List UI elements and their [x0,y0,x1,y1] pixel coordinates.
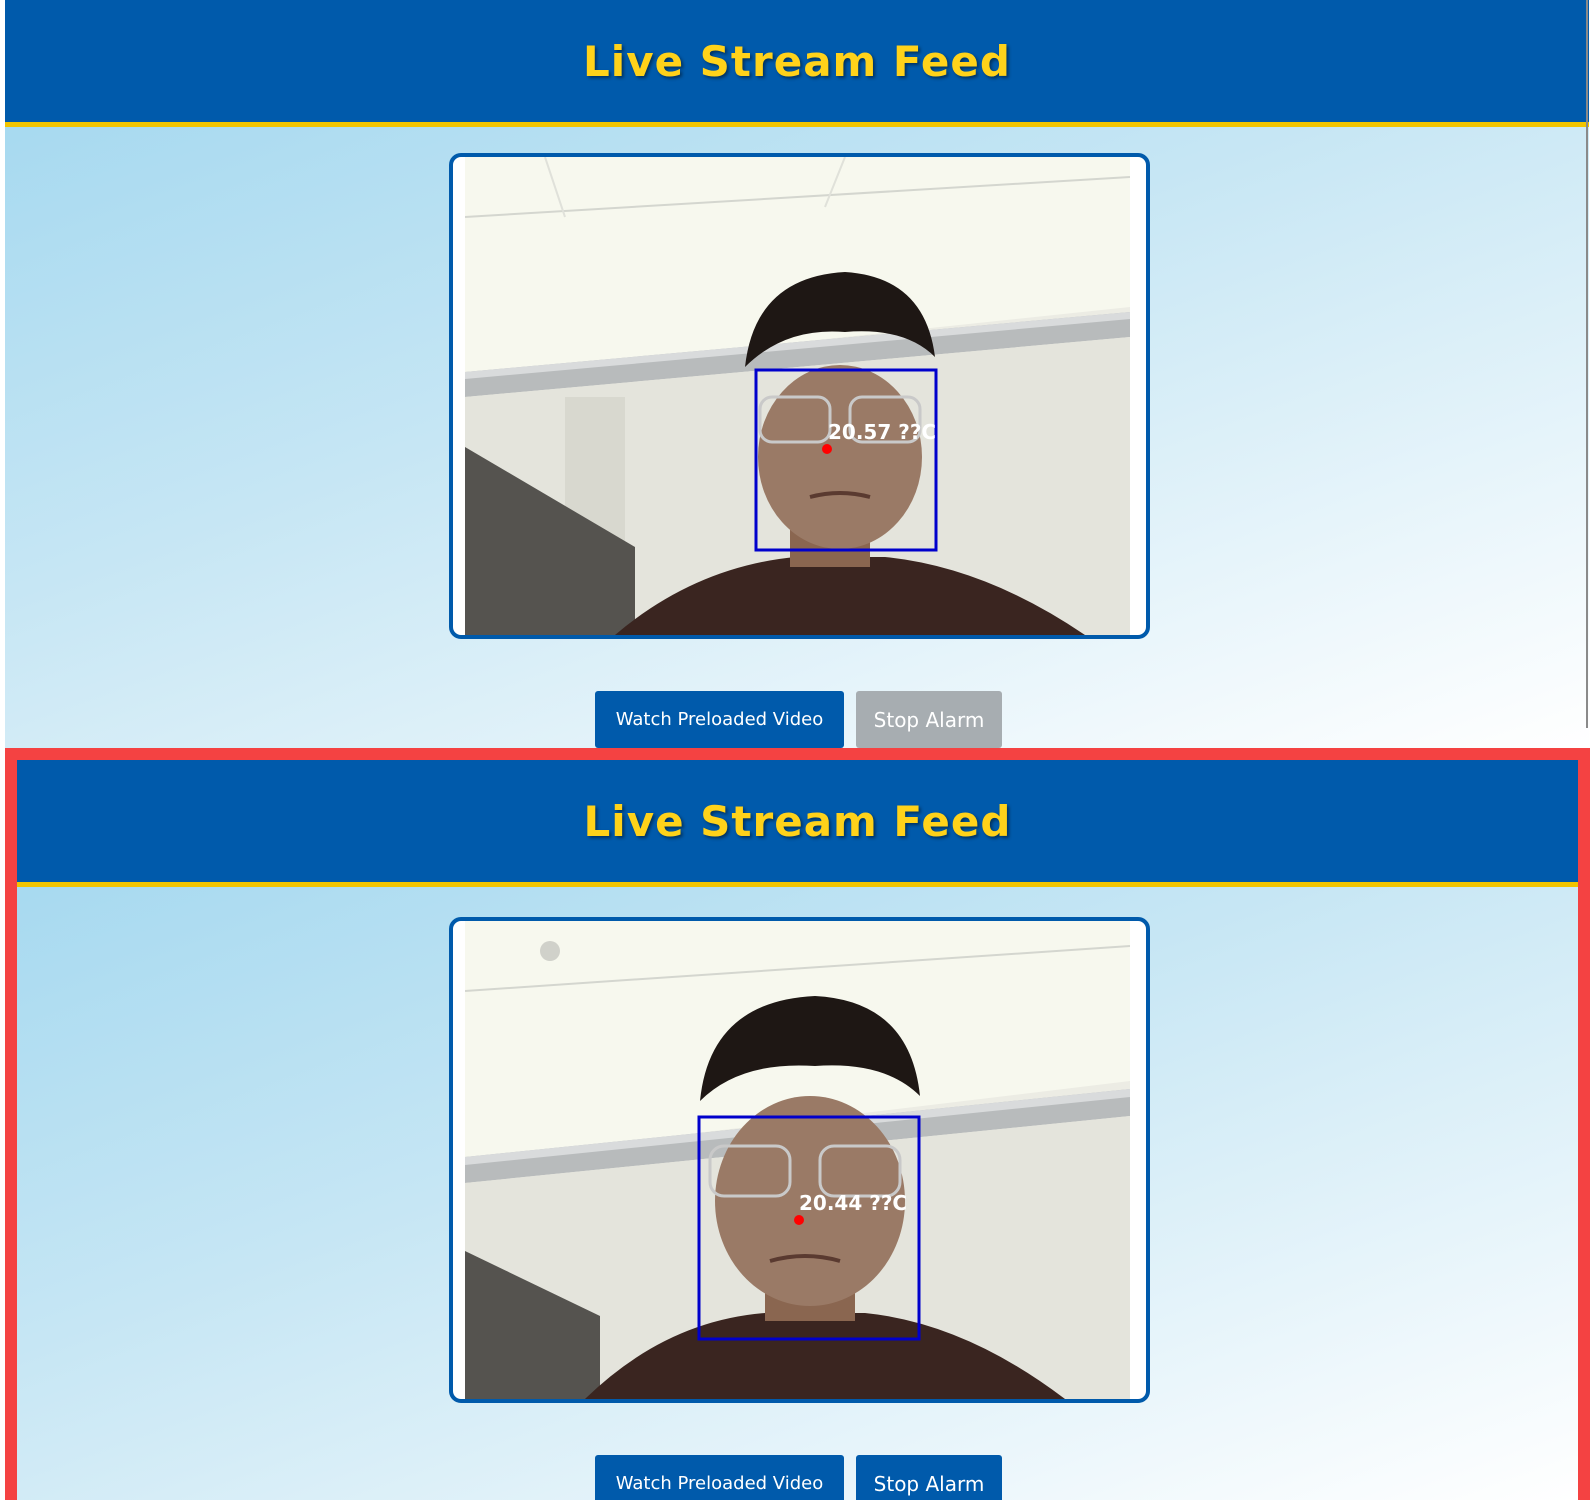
scrollbar[interactable] [1586,0,1588,728]
temperature-readout: 20.57 ??C [828,420,936,444]
live-stream-panel-alert: Live Stream Feed 20.44 ??C Watch Preload… [5,748,1590,1500]
live-stream-panel-previous: Live Stream Feed 20.57 ??C Watch Preload… [5,0,1589,748]
page-title: Live Stream Feed [583,796,1012,846]
live-video-feed: 20.44 ??C [449,917,1150,1403]
watch-preloaded-video-button[interactable]: Watch Preloaded Video [595,1455,844,1500]
temperature-readout: 20.44 ??C [799,1191,907,1215]
controls: Watch Preloaded Video Stop Alarm [595,1455,1002,1500]
page-header: Live Stream Feed [17,760,1578,887]
watch-preloaded-video-button[interactable]: Watch Preloaded Video [595,691,844,748]
page-header: Live Stream Feed [5,0,1589,127]
page-title: Live Stream Feed [583,36,1011,86]
stop-alarm-button[interactable]: Stop Alarm [856,1455,1002,1500]
camera-frame: 20.57 ??C [465,157,1130,635]
temperature-point-icon [822,444,832,454]
temperature-point-icon [794,1215,804,1225]
stop-alarm-button[interactable]: Stop Alarm [856,691,1002,748]
live-video-feed: 20.57 ??C [449,153,1150,639]
controls: Watch Preloaded Video Stop Alarm [595,691,1002,748]
camera-frame: 20.44 ??C [465,921,1130,1399]
